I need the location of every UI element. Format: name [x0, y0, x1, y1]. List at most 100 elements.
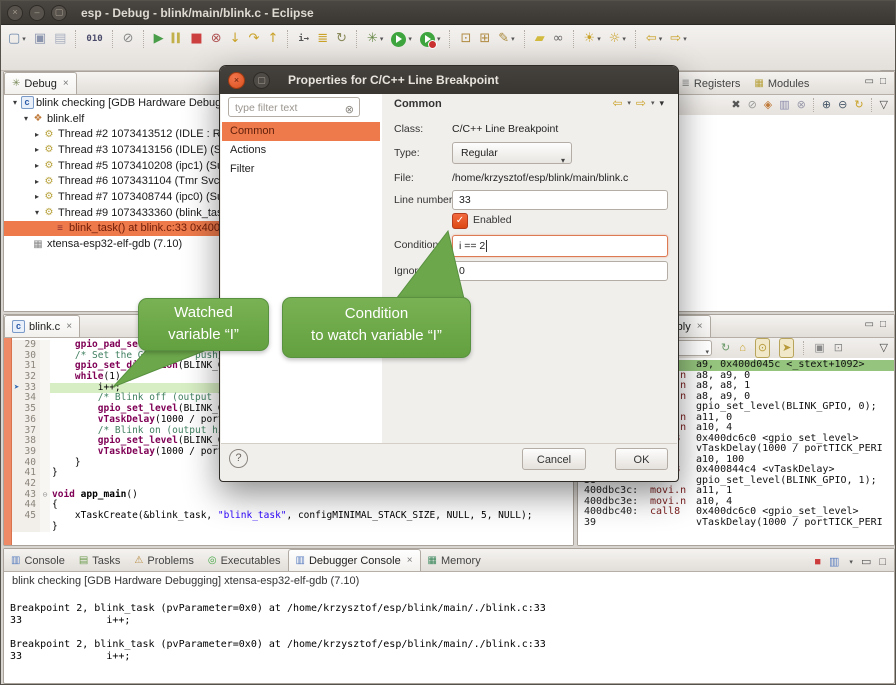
chevron-down-icon[interactable]: ▾	[651, 99, 655, 107]
display-selected-console-icon[interactable]: ▥	[829, 553, 839, 571]
dialog-close-icon[interactable]: ×	[228, 72, 245, 89]
step-return-button[interactable]: ↑	[264, 29, 281, 49]
tab-blink-c[interactable]: c blink.c ×	[4, 315, 80, 337]
terminate-button[interactable]: ■	[187, 29, 205, 49]
expander-icon[interactable]: ▸	[32, 145, 42, 154]
refresh-icon[interactable]: ↻	[854, 96, 863, 114]
chevron-down-icon[interactable]: ▾	[849, 558, 853, 566]
open-element-button[interactable]: ⊡	[457, 29, 474, 49]
expander-icon[interactable]: ▾	[32, 208, 42, 217]
add-register-group-icon[interactable]: ◈	[764, 96, 772, 114]
expand-all-icon[interactable]: ⊕	[822, 96, 831, 114]
tab-console[interactable]: ▥Console	[4, 550, 72, 571]
minimize-console-icon[interactable]: ▭	[861, 553, 871, 571]
expander-icon[interactable]: ▾	[10, 98, 20, 107]
type-select[interactable]: Regular ▾	[452, 142, 572, 164]
tab-problems[interactable]: ⚠Problems	[127, 550, 200, 571]
profile-button[interactable]: ▾	[417, 29, 444, 49]
window-minimize-icon[interactable]: –	[29, 5, 45, 21]
instruction-stepping-button[interactable]: i→	[295, 29, 312, 49]
open-resource-button[interactable]: ⊞	[476, 29, 493, 49]
tab-modules[interactable]: ▦Modules	[747, 73, 816, 94]
back-button[interactable]: ⇦▾	[643, 29, 665, 49]
enabled-checkbox[interactable]: ✓	[452, 213, 468, 229]
dialog-nav-filter[interactable]: Filter	[222, 160, 380, 179]
deselect-default-icon[interactable]: ⊗	[797, 96, 806, 114]
maximize-console-icon[interactable]: □	[879, 553, 886, 571]
view-menu-icon[interactable]: ▽	[880, 339, 888, 357]
step-into-button[interactable]: ↓	[227, 29, 244, 49]
minimize-icon[interactable]: ▭	[865, 319, 874, 330]
save-all-button[interactable]: ▤	[51, 29, 69, 49]
expander-icon[interactable]: ▸	[32, 161, 42, 170]
open-new-view-icon[interactable]: ▣	[814, 339, 824, 357]
filter-input[interactable]: type filter text ⊗	[228, 97, 360, 117]
fold-marker[interactable]: ⊖	[40, 490, 50, 501]
ignore-count-input[interactable]: 0	[452, 261, 668, 281]
breakpoint-marker-icon[interactable]: ➤	[14, 383, 19, 394]
new-wizard-button[interactable]: ▢▾	[5, 29, 29, 49]
refresh-view-icon[interactable]: ↻	[721, 339, 730, 357]
remove-all-icon[interactable]: ⊘	[748, 96, 757, 114]
sync-active-context-icon[interactable]: ⊙	[755, 338, 770, 358]
window-maximize-icon[interactable]: ▢	[51, 5, 67, 21]
line-number-input[interactable]: 33	[452, 190, 668, 210]
pin-view-icon[interactable]: ⊡	[834, 339, 843, 357]
dialog-maximize-icon[interactable]: ▢	[253, 72, 270, 89]
disconnect-button[interactable]: ⊗	[208, 29, 225, 49]
tab-executables[interactable]: ◎Executables	[201, 550, 288, 571]
forward-icon[interactable]: ⇨	[636, 96, 646, 110]
tab-debug[interactable]: ✳ Debug ×	[4, 72, 77, 94]
minimize-icon[interactable]: ▭	[865, 76, 874, 87]
next-annotation-button[interactable]: ☀▾	[581, 29, 604, 49]
close-icon[interactable]: ×	[63, 78, 69, 89]
dialog-nav-common[interactable]: Common	[222, 122, 380, 141]
editor-presentation-button[interactable]: ∞	[550, 29, 567, 49]
tab-memory[interactable]: ▦Memory	[421, 550, 488, 571]
expander-icon[interactable]: ▸	[32, 192, 42, 201]
reverse-debugging-button[interactable]: ↻	[333, 29, 350, 49]
binary-file-button[interactable]: 010	[83, 29, 105, 49]
search-button[interactable]: ✎▾	[495, 29, 517, 49]
mark-occurrences-button[interactable]: ▰	[532, 29, 548, 49]
debug-button[interactable]: ✳▾	[364, 29, 386, 49]
previous-annotation-button[interactable]: ☼▾	[606, 29, 629, 49]
show-stepping-mode-button[interactable]: ≣	[314, 29, 331, 49]
cancel-button[interactable]: Cancel	[522, 448, 586, 470]
home-icon[interactable]: ⌂	[739, 339, 746, 357]
ok-button[interactable]: OK	[615, 448, 668, 470]
tab-tasks[interactable]: ▤Tasks	[72, 550, 128, 571]
track-expression-icon[interactable]: ➤	[779, 338, 794, 358]
dialog-nav-actions[interactable]: Actions	[222, 141, 380, 160]
remove-selected-icon[interactable]: ✖	[731, 96, 740, 114]
window-close-icon[interactable]: ×	[7, 5, 23, 21]
expander-icon[interactable]: ▾	[21, 114, 31, 123]
view-menu-icon[interactable]: ▾	[659, 98, 664, 109]
tab-registers[interactable]: ≣Registers	[675, 73, 748, 94]
expander-icon[interactable]: ▸	[32, 130, 42, 139]
console-output[interactable]: Breakpoint 2, blink_task (pvParameter=0x…	[10, 603, 546, 663]
close-icon[interactable]: ×	[697, 321, 703, 332]
skip-all-breakpoints-button[interactable]: ⊘	[120, 29, 137, 49]
suspend-button[interactable]: ▌▌	[169, 29, 186, 49]
tab-debugger-console[interactable]: ▥Debugger Console×	[288, 549, 421, 571]
collapse-all-icon[interactable]: ⊖	[838, 96, 847, 114]
clear-filter-icon[interactable]: ⊗	[345, 100, 354, 120]
terminate-console-icon[interactable]: ■	[814, 553, 821, 571]
forward-button[interactable]: ⇨▾	[667, 29, 689, 49]
close-icon[interactable]: ×	[66, 321, 72, 332]
condition-input[interactable]: i == 2	[452, 235, 668, 257]
maximize-icon[interactable]: □	[880, 76, 886, 87]
show-columns-icon[interactable]: ▥	[779, 96, 789, 114]
maximize-icon[interactable]: □	[880, 319, 886, 330]
editor-scrollbar[interactable]	[4, 338, 12, 545]
close-icon[interactable]: ×	[407, 555, 413, 566]
step-over-button[interactable]: ↷	[246, 29, 263, 49]
help-icon[interactable]: ?	[229, 449, 248, 468]
view-menu-icon[interactable]: ▽	[880, 96, 888, 114]
chevron-down-icon[interactable]: ▾	[627, 99, 631, 107]
resume-button[interactable]: ▶	[151, 29, 167, 49]
back-icon[interactable]: ⇦	[612, 96, 622, 110]
save-button[interactable]: ▣	[31, 29, 49, 49]
run-button[interactable]: ▾	[388, 29, 415, 49]
